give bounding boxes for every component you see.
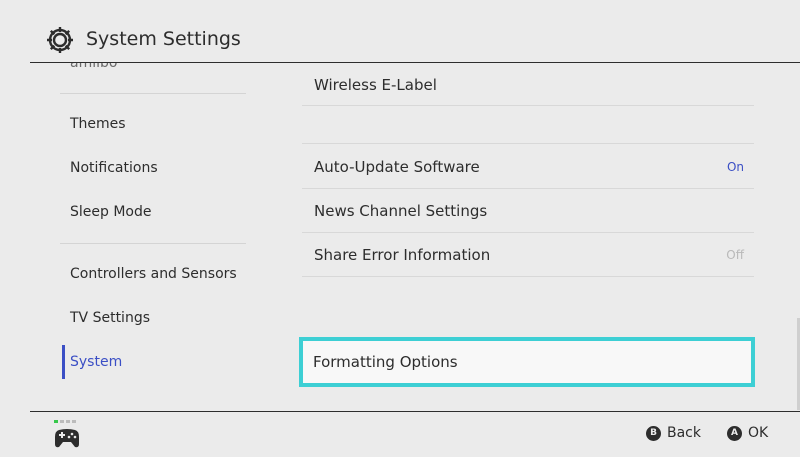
- setting-value-off: Off: [726, 248, 744, 262]
- sidebar: amiibo Themes Notifications Sleep Mode C…: [0, 63, 265, 411]
- sidebar-item-amiibo[interactable]: amiibo: [70, 63, 117, 71]
- row-divider: [302, 276, 754, 277]
- active-indicator: [62, 345, 65, 379]
- ok-hint[interactable]: A OK: [727, 425, 768, 441]
- sidebar-divider: [60, 93, 246, 94]
- sidebar-item-themes[interactable]: Themes: [70, 113, 126, 135]
- sidebar-item-tv-settings[interactable]: TV Settings: [70, 307, 150, 329]
- sidebar-item-notifications[interactable]: Notifications: [70, 157, 158, 179]
- setting-label: News Channel Settings: [314, 202, 488, 220]
- setting-value-on: On: [726, 160, 744, 174]
- a-button-icon: A: [727, 425, 742, 441]
- setting-row-auto-update-software[interactable]: Auto-Update Software On: [302, 145, 754, 189]
- header: System Settings: [0, 0, 800, 62]
- setting-row-news-channel-settings[interactable]: News Channel Settings: [302, 189, 754, 233]
- setting-row-share-error-information[interactable]: Share Error Information Off: [302, 233, 754, 277]
- sidebar-item-system[interactable]: System: [70, 351, 122, 373]
- settings-list: Wireless E-Label Auto-Update Software On…: [265, 63, 800, 411]
- player-indicator: [54, 420, 76, 423]
- setting-label: Share Error Information: [314, 246, 491, 264]
- back-label: Back: [667, 425, 701, 441]
- b-button-icon: B: [646, 425, 661, 441]
- sidebar-item-controllers-and-sensors[interactable]: Controllers and Sensors: [70, 263, 237, 285]
- setting-label: Formatting Options: [313, 353, 458, 371]
- setting-row-wireless-e-label[interactable]: Wireless E-Label: [302, 63, 754, 107]
- row-divider: [302, 105, 754, 106]
- row-divider: [302, 143, 754, 144]
- setting-label: Auto-Update Software: [314, 158, 480, 176]
- back-hint[interactable]: B Back: [646, 425, 701, 441]
- ok-label: OK: [748, 425, 769, 441]
- gear-icon: [47, 27, 73, 53]
- page-title: System Settings: [86, 28, 241, 50]
- setting-label: Wireless E-Label: [314, 76, 437, 94]
- setting-row-formatting-options[interactable]: Formatting Options: [299, 337, 755, 387]
- sidebar-divider: [60, 243, 246, 244]
- footer: B Back A OK: [0, 412, 800, 457]
- sidebar-item-sleep-mode[interactable]: Sleep Mode: [70, 201, 151, 223]
